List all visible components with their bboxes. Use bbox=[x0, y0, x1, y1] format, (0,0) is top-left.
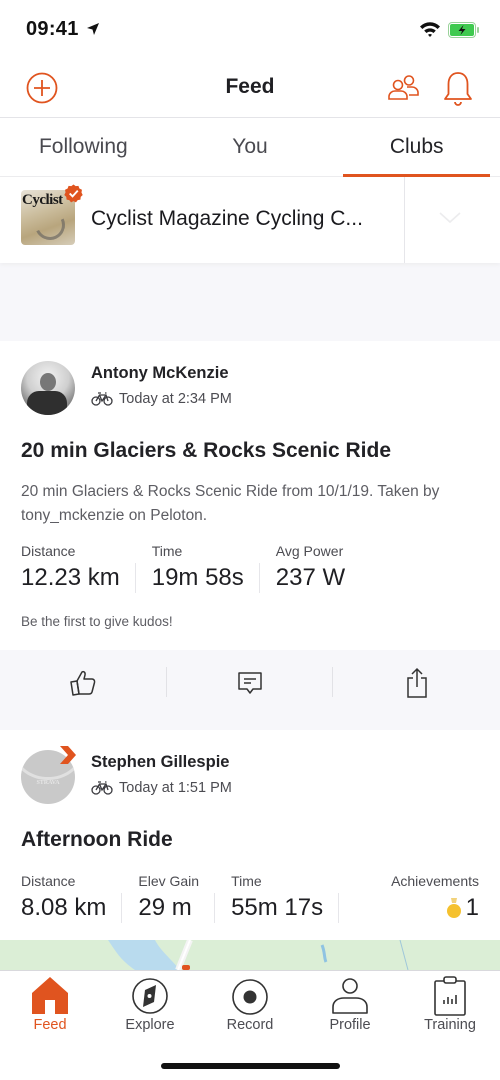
activity-meta: Today at 1:51 PM bbox=[91, 780, 232, 796]
club-logo-text: Cyclist bbox=[22, 192, 63, 208]
stat-value: 8.08 km bbox=[21, 894, 107, 921]
activity-title[interactable]: 20 min Glaciers & Rocks Scenic Ride bbox=[21, 439, 391, 463]
medal-icon bbox=[446, 898, 461, 918]
avatar[interactable] bbox=[21, 361, 75, 415]
wifi-icon bbox=[420, 22, 440, 37]
app-header: Feed bbox=[0, 62, 500, 118]
tabbar-label: Training bbox=[424, 1017, 476, 1033]
activity-meta: Today at 2:34 PM bbox=[91, 391, 232, 407]
tabbar-item-explore[interactable]: Explore bbox=[100, 971, 200, 1043]
stat-value: 237 W bbox=[275, 564, 346, 591]
feed-tabs: Following You Clubs bbox=[0, 118, 500, 177]
comment-icon bbox=[238, 671, 262, 694]
stat-value: 12.23 km bbox=[21, 564, 120, 591]
activity-title[interactable]: Afternoon Ride bbox=[21, 828, 173, 852]
stat-time: Time 19m 58s bbox=[151, 543, 260, 593]
tabbar-label: Record bbox=[226, 1017, 274, 1033]
tab-clubs[interactable]: Clubs bbox=[333, 118, 500, 177]
tabbar-item-feed[interactable]: Feed bbox=[0, 971, 100, 1043]
avatar-text: STRAVA bbox=[36, 780, 60, 786]
page-title: Feed bbox=[225, 75, 275, 98]
activity-stats: Distance 8.08 km Elev Gain 29 m Time 55m… bbox=[21, 873, 479, 923]
activity-card[interactable]: STRAVA Stephen Gillespie Today at 1:51 P… bbox=[0, 730, 500, 970]
activity-stats: Distance 12.23 km Time 19m 58s Avg Power… bbox=[21, 543, 377, 593]
activity-timestamp: Today at 1:51 PM bbox=[119, 780, 232, 796]
share-icon bbox=[406, 667, 427, 698]
comment-button[interactable] bbox=[167, 650, 334, 715]
activity-map-preview[interactable] bbox=[0, 940, 500, 970]
stat-distance: Distance 12.23 km bbox=[21, 543, 136, 593]
chevron-down-icon[interactable] bbox=[438, 211, 462, 225]
training-icon bbox=[434, 976, 466, 1016]
tabbar-label: Feed bbox=[33, 1017, 67, 1033]
stat-label: Distance bbox=[21, 873, 76, 889]
kudos-button[interactable] bbox=[0, 650, 167, 715]
club-name[interactable]: Cyclist Magazine Cycling C... bbox=[91, 207, 363, 231]
tab-following[interactable]: Following bbox=[0, 118, 167, 176]
stat-elev-gain: Elev Gain 29 m bbox=[138, 873, 215, 923]
friends-icon[interactable] bbox=[387, 74, 421, 102]
stat-achievements: Achievements 1 bbox=[391, 873, 479, 922]
achievements-count: 1 bbox=[465, 894, 479, 921]
bike-icon bbox=[91, 781, 113, 795]
tabbar-label: Profile bbox=[329, 1017, 371, 1033]
home-icon bbox=[32, 977, 68, 1014]
kudos-prompt: Be the first to give kudos! bbox=[21, 614, 173, 629]
stat-value: 29 m bbox=[138, 894, 192, 921]
status-time: 09:41 bbox=[26, 18, 79, 40]
compass-icon bbox=[132, 978, 168, 1014]
tabbar-item-training[interactable]: Training bbox=[400, 971, 500, 1043]
stat-label: Achievements bbox=[391, 873, 479, 889]
stat-label: Elev Gain bbox=[138, 873, 200, 889]
activity-actions bbox=[0, 650, 500, 715]
stat-label: Distance bbox=[21, 543, 76, 559]
stat-distance: Distance 8.08 km bbox=[21, 873, 123, 923]
stat-value: 1 bbox=[391, 894, 479, 922]
activity-description: 20 min Glaciers & Rocks Scenic Ride from… bbox=[21, 483, 440, 524]
kudos-icon bbox=[70, 670, 96, 696]
bike-icon bbox=[91, 392, 113, 406]
tabbar-item-profile[interactable]: Profile bbox=[300, 971, 400, 1043]
tabbar-label: Explore bbox=[125, 1017, 175, 1033]
tabbar-item-record[interactable]: Record bbox=[200, 971, 300, 1043]
map-graphic bbox=[108, 940, 409, 970]
location-arrow-icon bbox=[87, 23, 99, 35]
profile-icon bbox=[332, 978, 368, 1014]
stat-label: Time bbox=[151, 543, 183, 559]
record-icon bbox=[232, 979, 268, 1015]
home-indicator[interactable] bbox=[161, 1063, 340, 1069]
stat-avg-power: Avg Power 237 W bbox=[276, 543, 361, 592]
bell-icon[interactable] bbox=[442, 70, 474, 106]
activity-timestamp: Today at 2:34 PM bbox=[119, 391, 232, 407]
activity-card[interactable]: Antony McKenzie Today at 2:34 PM 20 min … bbox=[0, 341, 500, 715]
strava-subscriber-badge-icon bbox=[60, 746, 76, 764]
battery-charging-icon bbox=[448, 22, 479, 38]
status-bar: 09:41 bbox=[0, 0, 500, 62]
stat-label: Time bbox=[231, 873, 262, 889]
athlete-name[interactable]: Stephen Gillespie bbox=[91, 753, 229, 772]
share-button[interactable] bbox=[333, 650, 500, 715]
stat-label: Avg Power bbox=[275, 543, 344, 559]
verified-badge-icon bbox=[64, 184, 83, 203]
stat-value: 55m 17s bbox=[231, 894, 324, 921]
stat-time: Time 55m 17s bbox=[231, 873, 340, 923]
athlete-name[interactable]: Antony McKenzie bbox=[91, 364, 229, 383]
club-logo-image bbox=[30, 205, 70, 245]
tab-you[interactable]: You bbox=[167, 118, 334, 176]
stat-value: 19m 58s bbox=[151, 564, 244, 591]
divider bbox=[404, 177, 405, 263]
